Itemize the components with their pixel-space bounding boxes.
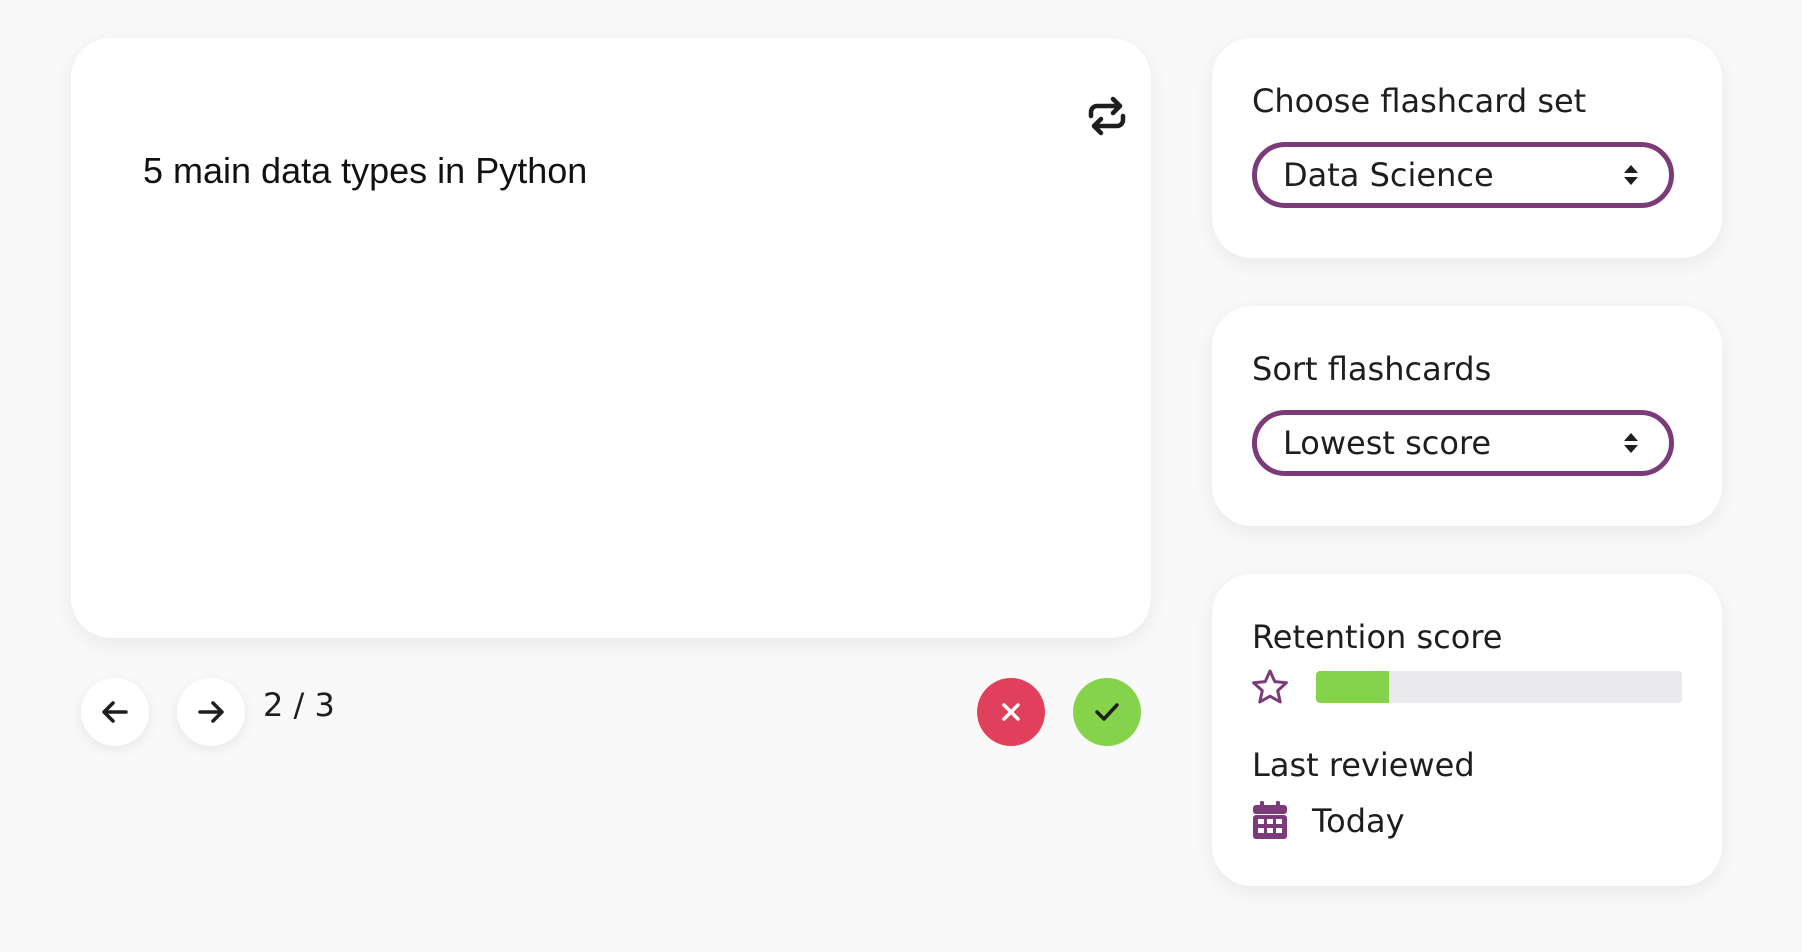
sort-flashcards-select[interactable]: Lowest score [1252,410,1674,476]
flashcard-set-select[interactable]: Data Science [1252,142,1674,208]
sort-arrows-icon [1624,165,1638,185]
flashcard-set-value: Data Science [1283,156,1494,194]
sort-flashcards-panel: Sort flashcards Lowest score [1212,306,1722,526]
flashcard-text: 5 main data types in Python [143,150,588,191]
retention-progress-fill [1316,671,1390,703]
flashcard-set-panel: Choose flashcard set Data Science [1212,38,1722,258]
flashcard-set-label: Choose flashcard set [1252,82,1587,120]
mark-correct-button[interactable] [1073,678,1141,746]
calendar-icon [1253,801,1287,839]
star-icon [1252,669,1288,704]
sort-flashcards-value: Lowest score [1283,424,1492,462]
x-icon [1002,703,1020,721]
flashcard[interactable]: 5 main data types in Python [71,38,1151,638]
arrow-right-icon [198,701,224,723]
arrow-left-icon [102,701,128,723]
card-counter: 2 / 3 [263,686,335,724]
retention-score-label: Retention score [1252,618,1503,656]
next-card-button[interactable] [177,678,245,746]
sort-arrows-icon [1624,433,1638,453]
last-reviewed-value: Today [1312,802,1405,840]
last-reviewed-label: Last reviewed [1252,746,1475,784]
stats-panel: Retention score Last reviewed Today [1212,574,1722,886]
repeat-icon [1088,96,1126,136]
previous-card-button[interactable] [81,678,149,746]
flip-card-button[interactable] [1079,88,1135,144]
mark-wrong-button[interactable] [977,678,1045,746]
retention-progress-bar [1316,671,1682,703]
sort-flashcards-label: Sort flashcards [1252,350,1492,388]
check-icon [1095,703,1119,721]
